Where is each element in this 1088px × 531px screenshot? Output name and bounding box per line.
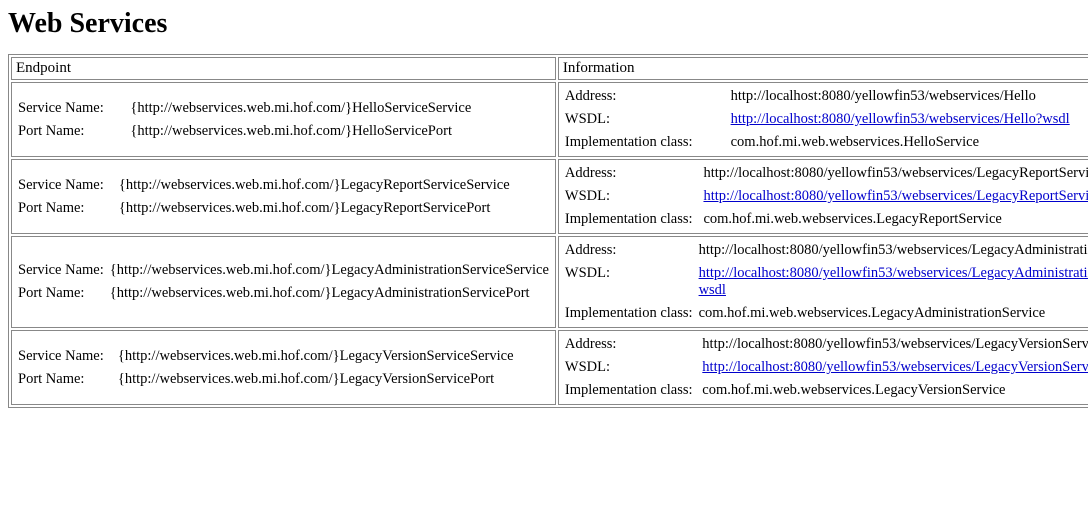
label-port-name: Port Name:: [16, 282, 108, 305]
endpoint-cell: Service Name:{http://webservices.web.mi.…: [11, 236, 556, 328]
services-table: Endpoint Information Service Name:{http:…: [8, 54, 1088, 408]
value-address: http://localhost:8080/yellowfin53/webser…: [729, 85, 1088, 108]
information-cell: Address:http://localhost:8080/yellowfin5…: [558, 236, 1088, 328]
label-address: Address:: [563, 239, 697, 262]
value-service-name: {http://webservices.web.mi.hof.com/}Hell…: [128, 97, 551, 120]
service-row: Service Name:{http://webservices.web.mi.…: [11, 82, 1088, 157]
label-service-name: Service Name:: [16, 174, 117, 197]
label-port-name: Port Name:: [16, 120, 128, 143]
page-title: Web Services: [8, 8, 1080, 40]
value-service-name: {http://webservices.web.mi.hof.com/}Lega…: [116, 345, 551, 368]
label-wsdl: WSDL:: [563, 185, 702, 208]
value-wsdl: http://localhost:8080/yellowfin53/webser…: [697, 262, 1088, 302]
value-wsdl: http://localhost:8080/yellowfin53/webser…: [700, 356, 1088, 379]
value-port-name: {http://webservices.web.mi.hof.com/}Lega…: [108, 282, 551, 305]
wsdl-link[interactable]: http://localhost:8080/yellowfin53/webser…: [702, 359, 1088, 375]
value-wsdl: http://localhost:8080/yellowfin53/webser…: [729, 108, 1088, 131]
value-port-name: {http://webservices.web.mi.hof.com/}Hell…: [128, 120, 551, 143]
label-port-name: Port Name:: [16, 368, 116, 391]
label-address: Address:: [563, 162, 702, 185]
label-service-name: Service Name:: [16, 259, 108, 282]
label-service-name: Service Name:: [16, 97, 128, 120]
value-wsdl: http://localhost:8080/yellowfin53/webser…: [701, 185, 1088, 208]
label-impl-class: Implementation class:: [563, 379, 700, 402]
label-port-name: Port Name:: [16, 197, 117, 220]
label-wsdl: WSDL:: [563, 262, 697, 302]
value-impl-class: com.hof.mi.web.webservices.LegacyReportS…: [701, 208, 1088, 231]
header-information: Information: [558, 57, 1088, 80]
value-port-name: {http://webservices.web.mi.hof.com/}Lega…: [116, 368, 551, 391]
label-wsdl: WSDL:: [563, 108, 729, 131]
information-cell: Address:http://localhost:8080/yellowfin5…: [558, 82, 1088, 157]
value-address: http://localhost:8080/yellowfin53/webser…: [701, 162, 1088, 185]
value-service-name: {http://webservices.web.mi.hof.com/}Lega…: [108, 259, 551, 282]
information-cell: Address:http://localhost:8080/yellowfin5…: [558, 159, 1088, 234]
header-endpoint: Endpoint: [11, 57, 556, 80]
endpoint-cell: Service Name:{http://webservices.web.mi.…: [11, 159, 556, 234]
table-header-row: Endpoint Information: [11, 57, 1088, 80]
endpoint-cell: Service Name:{http://webservices.web.mi.…: [11, 82, 556, 157]
label-address: Address:: [563, 333, 700, 356]
label-service-name: Service Name:: [16, 345, 116, 368]
wsdl-link[interactable]: http://localhost:8080/yellowfin53/webser…: [731, 111, 1070, 127]
service-row: Service Name:{http://webservices.web.mi.…: [11, 159, 1088, 234]
service-row: Service Name:{http://webservices.web.mi.…: [11, 236, 1088, 328]
value-address: http://localhost:8080/yellowfin53/webser…: [697, 239, 1088, 262]
endpoint-cell: Service Name:{http://webservices.web.mi.…: [11, 330, 556, 405]
label-address: Address:: [563, 85, 729, 108]
value-address: http://localhost:8080/yellowfin53/webser…: [700, 333, 1088, 356]
value-impl-class: com.hof.mi.web.webservices.LegacyVersion…: [700, 379, 1088, 402]
wsdl-link[interactable]: http://localhost:8080/yellowfin53/webser…: [699, 265, 1088, 298]
label-impl-class: Implementation class:: [563, 131, 729, 154]
label-wsdl: WSDL:: [563, 356, 700, 379]
information-cell: Address:http://localhost:8080/yellowfin5…: [558, 330, 1088, 405]
service-row: Service Name:{http://webservices.web.mi.…: [11, 330, 1088, 405]
value-service-name: {http://webservices.web.mi.hof.com/}Lega…: [117, 174, 551, 197]
value-impl-class: com.hof.mi.web.webservices.LegacyAdminis…: [697, 302, 1088, 325]
value-impl-class: com.hof.mi.web.webservices.HelloService: [729, 131, 1088, 154]
value-port-name: {http://webservices.web.mi.hof.com/}Lega…: [117, 197, 551, 220]
wsdl-link[interactable]: http://localhost:8080/yellowfin53/webser…: [703, 188, 1088, 204]
label-impl-class: Implementation class:: [563, 208, 702, 231]
label-impl-class: Implementation class:: [563, 302, 697, 325]
